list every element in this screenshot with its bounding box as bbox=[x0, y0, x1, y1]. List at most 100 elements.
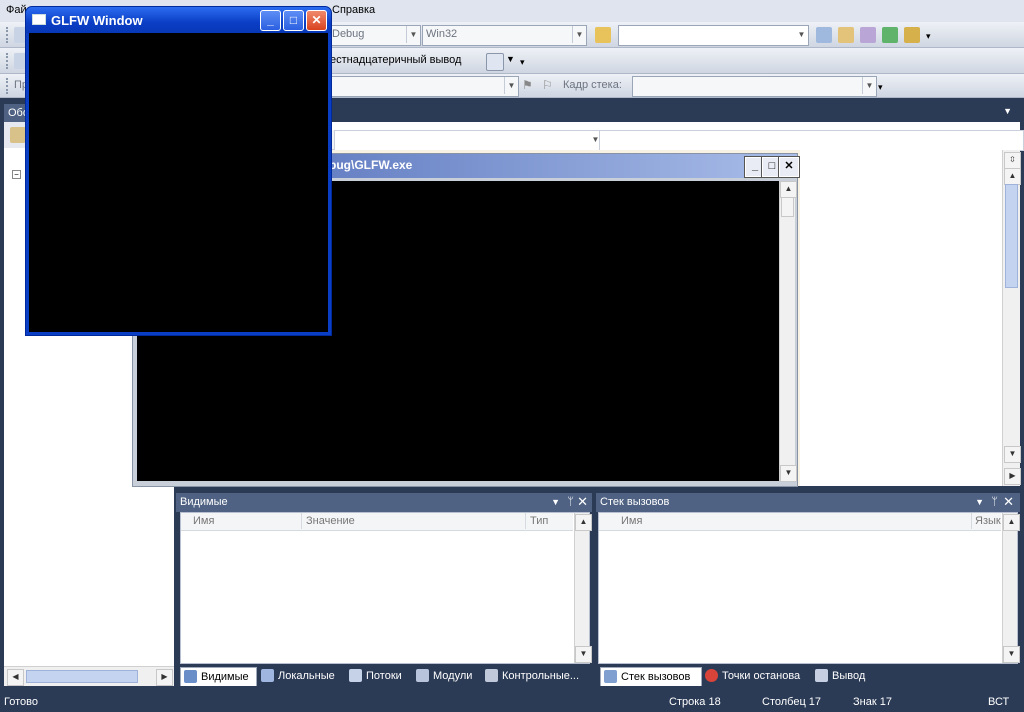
search-combo[interactable]: ▼ bbox=[618, 25, 809, 46]
editor-right-pane bbox=[800, 150, 1002, 486]
close-icon[interactable]: ✕ bbox=[1003, 493, 1014, 511]
scroll-up-icon[interactable]: ▲ bbox=[1003, 514, 1020, 531]
scroll-up-icon[interactable]: ▲ bbox=[1004, 168, 1021, 185]
modules-icon bbox=[416, 669, 429, 682]
configuration-select[interactable]: Debug ▼ bbox=[328, 25, 421, 46]
column-header-name[interactable]: Имя bbox=[193, 513, 214, 529]
pin-icon[interactable]: ᛘ bbox=[567, 493, 574, 511]
menu-file[interactable]: Фай bbox=[6, 4, 27, 16]
chevron-down-icon[interactable]: ▼ bbox=[1003, 106, 1012, 116]
scroll-thumb[interactable] bbox=[1005, 184, 1018, 288]
tab-label: Потоки bbox=[366, 670, 402, 682]
thread-select[interactable]: ▼ bbox=[330, 76, 519, 97]
stack-frame-select[interactable]: ▼ bbox=[632, 76, 877, 97]
watch-vscroll[interactable]: ▲ ▼ bbox=[574, 513, 592, 663]
toolbar-grip[interactable] bbox=[6, 78, 11, 94]
tab-locals[interactable]: Локальные bbox=[258, 667, 335, 685]
properties-icon[interactable] bbox=[10, 127, 26, 143]
tab-call-stack[interactable]: Стек вызовов bbox=[600, 667, 702, 686]
scroll-right-icon[interactable]: ▶ bbox=[156, 669, 173, 686]
solution-hscroll[interactable]: ◀ ▶ bbox=[4, 666, 174, 686]
menu-help[interactable]: Справка bbox=[332, 4, 375, 16]
console-vscroll[interactable]: ▲ ▼ bbox=[779, 181, 797, 482]
window-icon bbox=[32, 14, 46, 25]
chevron-down-icon[interactable]: ▼ bbox=[506, 54, 515, 64]
scroll-down-icon[interactable]: ▼ bbox=[1003, 646, 1020, 663]
hex-display-toggle[interactable]: естнадцатеричный вывод bbox=[330, 54, 461, 66]
toolbar-grip[interactable] bbox=[6, 27, 11, 43]
close-icon[interactable]: ✕ bbox=[577, 493, 588, 511]
toolbar-overflow-icon[interactable]: ▾ bbox=[926, 31, 931, 42]
minimize-button[interactable]: _ bbox=[260, 10, 281, 31]
watch-icon bbox=[184, 670, 197, 683]
glfw-title-bar[interactable]: GLFW Window _ □ ✕ bbox=[26, 7, 331, 33]
pin-icon[interactable]: ᛘ bbox=[991, 493, 998, 511]
scroll-down-icon[interactable]: ▼ bbox=[1004, 446, 1021, 463]
breakpoint-window-icon[interactable] bbox=[486, 53, 504, 71]
tab-breakpoints[interactable]: Точки останова bbox=[702, 667, 800, 685]
scroll-thumb[interactable] bbox=[26, 670, 138, 683]
class-view-icon[interactable] bbox=[904, 27, 920, 43]
start-page-icon[interactable] bbox=[882, 27, 898, 43]
tab-autos[interactable]: Видимые bbox=[180, 667, 257, 686]
tab-threads[interactable]: Потоки bbox=[346, 667, 402, 685]
output-icon bbox=[815, 669, 828, 682]
glfw-render-area[interactable] bbox=[29, 33, 328, 332]
tab-modules[interactable]: Модули bbox=[413, 667, 472, 685]
console-close-button[interactable]: ✕ bbox=[778, 156, 800, 178]
chevron-down-icon: ▼ bbox=[406, 26, 420, 43]
column-header-type[interactable]: Тип bbox=[525, 513, 548, 529]
properties-icon[interactable] bbox=[838, 27, 854, 43]
chevron-down-icon: ▼ bbox=[572, 26, 586, 43]
watch-panel-header: Видимые ▼ ᛘ ✕ bbox=[176, 493, 592, 512]
flag-all-icon[interactable]: ⚐ bbox=[542, 78, 558, 94]
members-dropdown[interactable] bbox=[599, 130, 1024, 151]
tab-output[interactable]: Вывод bbox=[812, 667, 865, 685]
callstack-panel-header: Стек вызовов ▼ ᛘ ✕ bbox=[596, 493, 1020, 512]
column-header-value[interactable]: Значение bbox=[301, 513, 355, 529]
tab-label: Стек вызовов bbox=[621, 671, 691, 683]
stack-frame-label: Кадр стека: bbox=[563, 79, 622, 91]
glfw-window[interactable]: GLFW Window _ □ ✕ bbox=[25, 6, 332, 336]
editor-vscroll[interactable]: ⇳ ▲ ▼ ▶ bbox=[1002, 150, 1021, 486]
breakpoint-icon bbox=[705, 669, 718, 682]
tab-label: Модули bbox=[433, 670, 473, 682]
toolbox-icon[interactable] bbox=[860, 27, 876, 43]
callstack-column-headers: Имя Язык bbox=[599, 513, 1001, 531]
types-dropdown[interactable]: ▼ bbox=[334, 130, 603, 151]
threads-icon bbox=[349, 669, 362, 682]
scroll-down-icon[interactable]: ▼ bbox=[780, 465, 797, 482]
status-row: Строка 18 bbox=[669, 696, 721, 708]
split-icon[interactable]: ⇳ bbox=[1004, 152, 1021, 169]
tab-label: Точки останова bbox=[722, 670, 801, 682]
collapse-icon[interactable]: − bbox=[12, 170, 21, 179]
toolbar-overflow-icon[interactable]: ▾ bbox=[520, 57, 525, 68]
column-header-language[interactable]: Язык bbox=[971, 513, 1001, 529]
callstack-vscroll[interactable]: ▲ ▼ bbox=[1002, 513, 1020, 663]
scroll-left-icon[interactable]: ◀ bbox=[7, 669, 24, 686]
column-header-name[interactable]: Имя bbox=[621, 513, 642, 529]
chevron-down-icon[interactable]: ▼ bbox=[551, 493, 560, 511]
chevron-down-icon[interactable]: ▼ bbox=[975, 493, 984, 511]
tab-label: Видимые bbox=[201, 671, 249, 683]
scroll-down-icon[interactable]: ▼ bbox=[575, 646, 592, 663]
toolbar-overflow-icon[interactable]: ▾ bbox=[878, 82, 883, 93]
solution-explorer-icon[interactable] bbox=[816, 27, 832, 43]
flag-icon[interactable]: ⚑ bbox=[522, 78, 538, 94]
scroll-up-icon[interactable]: ▲ bbox=[780, 181, 797, 198]
watch-panel: Имя Значение Тип ▲ ▼ bbox=[180, 512, 592, 664]
toolbar-grip[interactable] bbox=[6, 53, 11, 69]
scroll-thumb[interactable] bbox=[781, 197, 794, 217]
close-button[interactable]: ✕ bbox=[306, 10, 327, 31]
scroll-right-icon[interactable]: ▶ bbox=[1004, 468, 1021, 485]
find-in-files-icon[interactable] bbox=[595, 27, 611, 43]
scroll-up-icon[interactable]: ▲ bbox=[575, 514, 592, 531]
maximize-button[interactable]: □ bbox=[283, 10, 304, 31]
watch-panel-title: Видимые bbox=[180, 496, 228, 508]
tab-watch[interactable]: Контрольные... bbox=[482, 667, 579, 685]
platform-value: Win32 bbox=[426, 28, 458, 40]
watch-window-icon bbox=[485, 669, 498, 682]
status-char: Знак 17 bbox=[853, 696, 892, 708]
platform-select[interactable]: Win32 ▼ bbox=[422, 25, 587, 46]
tab-label: Вывод bbox=[832, 670, 866, 682]
